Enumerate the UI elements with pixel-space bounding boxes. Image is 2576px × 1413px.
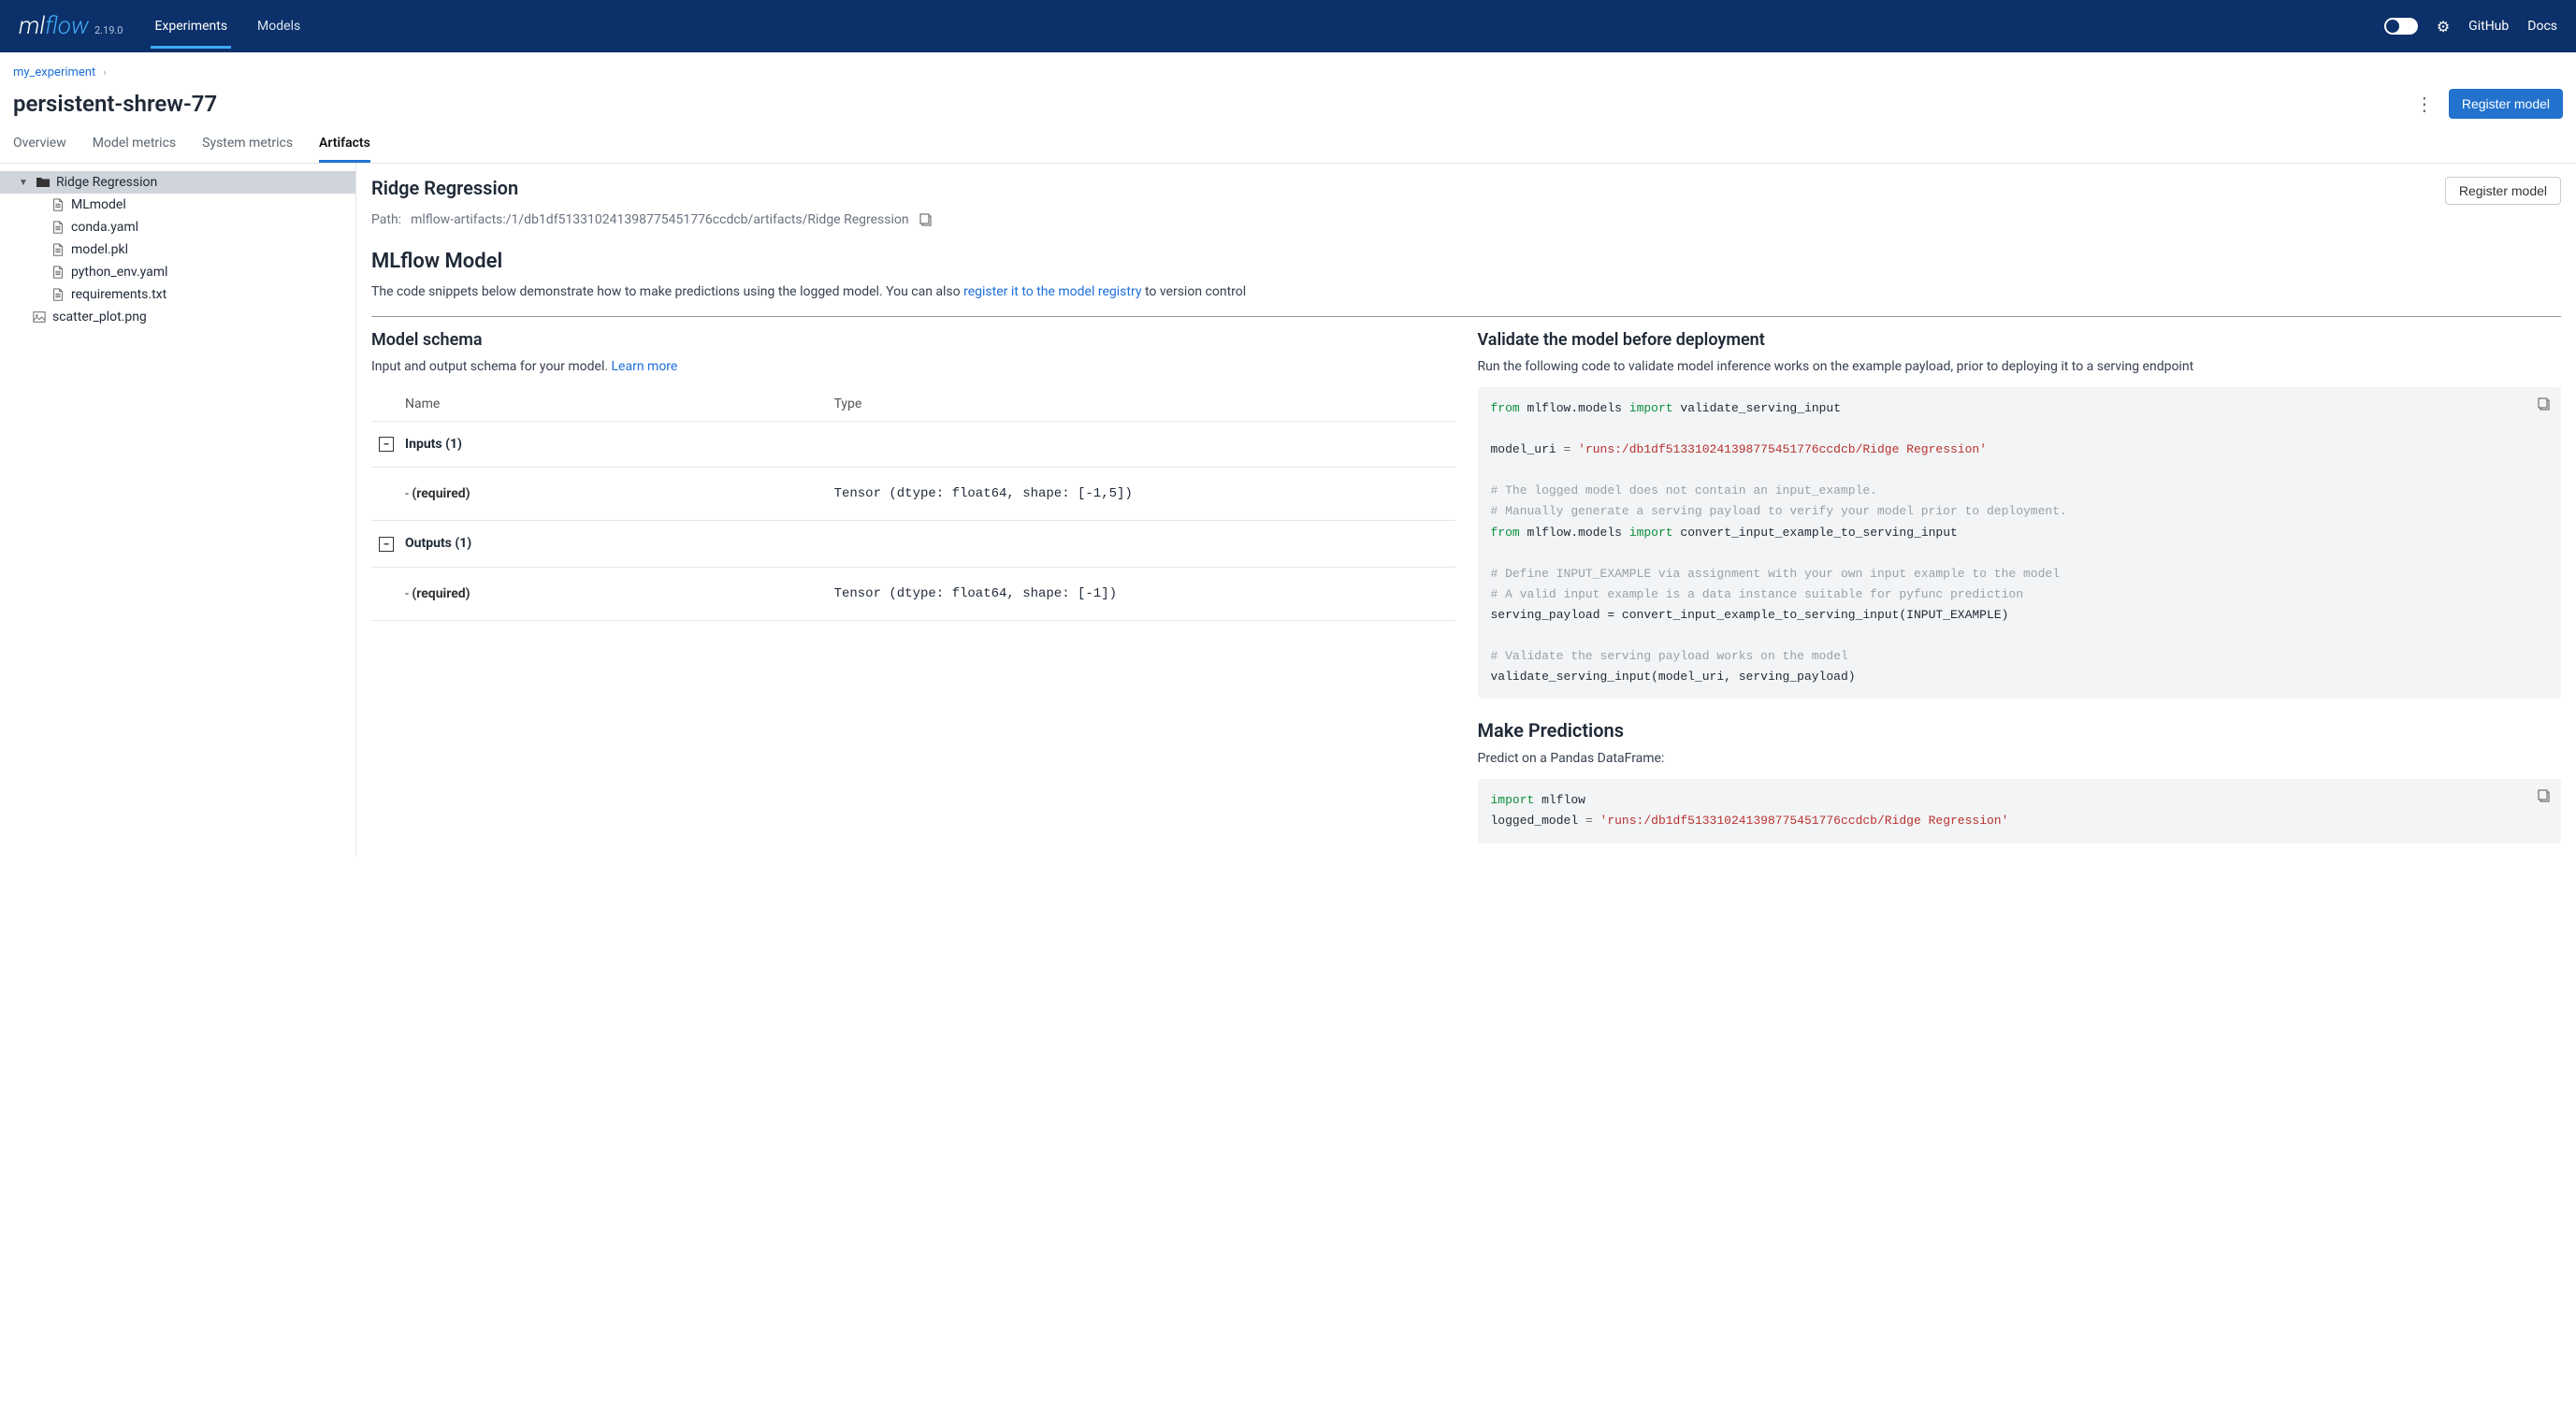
- mlflow-model-desc: The code snippets below demonstrate how …: [371, 284, 2561, 299]
- breadcrumb: my_experiment ›: [13, 65, 2563, 79]
- register-model-button-secondary[interactable]: Register model: [2445, 177, 2561, 205]
- copy-icon[interactable]: [2537, 788, 2552, 803]
- logo-flow: flow: [45, 12, 89, 40]
- schema-column: Model schema Input and output schema for…: [371, 330, 1455, 843]
- col-type: Type: [827, 387, 1455, 422]
- outputs-label: Outputs (1): [405, 536, 471, 551]
- logo-ml: ml: [19, 12, 45, 40]
- tree-children: MLmodel conda.yaml model.pkl python_env.…: [0, 194, 355, 306]
- logo-version: 2.19.0: [94, 24, 123, 36]
- artifact-title: Ridge Regression: [371, 177, 2445, 199]
- register-model-button[interactable]: Register model: [2449, 89, 2563, 119]
- file-icon: [51, 266, 65, 279]
- two-column: Model schema Input and output schema for…: [371, 316, 2561, 843]
- predict-sub: Predict on a Pandas DataFrame:: [1478, 751, 2562, 766]
- image-icon: [32, 310, 47, 324]
- tree-file-conda[interactable]: conda.yaml: [0, 216, 355, 238]
- gear-icon[interactable]: ⚙: [2437, 18, 2450, 36]
- folder-icon: [36, 175, 51, 190]
- validate-sub: Run the following code to validate model…: [1478, 359, 2562, 374]
- tree-file-label: conda.yaml: [71, 220, 138, 235]
- tree-file-label: model.pkl: [71, 242, 128, 257]
- kebab-menu-icon[interactable]: ⋮: [2415, 93, 2434, 115]
- tab-artifacts[interactable]: Artifacts: [319, 136, 370, 163]
- tree-file-label: python_env.yaml: [71, 265, 167, 280]
- schema-table: Name Type −Inputs (1) - (required) Tenso…: [371, 387, 1455, 621]
- tree-folder-label: Ridge Regression: [56, 175, 157, 190]
- page-top: my_experiment › persistent-shrew-77 ⋮ Re…: [0, 52, 2576, 119]
- theme-toggle[interactable]: [2384, 18, 2418, 35]
- page-title: persistent-shrew-77: [13, 91, 2415, 117]
- outputs-group-row[interactable]: −Outputs (1): [371, 521, 1455, 567]
- run-tabs: Overview Model metrics System metrics Ar…: [0, 119, 2576, 164]
- artifact-path-row: Path: mlflow-artifacts:/1/db1df513310241…: [371, 212, 2561, 227]
- schema-learn-more-link[interactable]: Learn more: [612, 359, 678, 374]
- tree-file-scatter-plot[interactable]: scatter_plot.png: [0, 306, 355, 328]
- header: mlflow 2.19.0 Experiments Models ⚙ GitHu…: [0, 0, 2576, 52]
- schema-heading: Model schema: [371, 330, 1455, 350]
- title-row: persistent-shrew-77 ⋮ Register model: [13, 89, 2563, 119]
- collapse-icon[interactable]: −: [379, 537, 394, 552]
- tree-file-label: scatter_plot.png: [52, 310, 147, 324]
- validate-code-block: from mlflow.models import validate_servi…: [1478, 387, 2562, 699]
- artifact-path: mlflow-artifacts:/1/db1df513310241398775…: [411, 212, 909, 227]
- file-icon: [51, 243, 65, 256]
- tab-model-metrics[interactable]: Model metrics: [93, 136, 176, 163]
- output-row: - (required) Tensor (dtype: float64, sha…: [371, 567, 1455, 620]
- file-icon: [51, 288, 65, 301]
- collapse-icon[interactable]: −: [379, 437, 394, 452]
- input-row: - (required) Tensor (dtype: float64, sha…: [371, 468, 1455, 521]
- docs-link[interactable]: Docs: [2527, 19, 2557, 34]
- register-registry-link[interactable]: register it to the model registry: [963, 284, 1141, 299]
- artifact-header: Ridge Regression Register model: [371, 177, 2561, 205]
- tree-file-label: MLmodel: [71, 197, 126, 212]
- nav-experiments[interactable]: Experiments: [151, 4, 231, 49]
- predict-heading: Make Predictions: [1478, 719, 2562, 742]
- tree-file-model-pkl[interactable]: model.pkl: [0, 238, 355, 261]
- tab-system-metrics[interactable]: System metrics: [202, 136, 293, 163]
- file-icon: [51, 221, 65, 234]
- nav-models[interactable]: Models: [253, 4, 304, 49]
- breadcrumb-parent[interactable]: my_experiment: [13, 65, 95, 79]
- tree-file-requirements[interactable]: requirements.txt: [0, 283, 355, 306]
- tree-file-label: requirements.txt: [71, 287, 166, 302]
- nav-tabs: Experiments Models: [151, 4, 304, 49]
- inputs-group-row[interactable]: −Inputs (1): [371, 422, 1455, 468]
- artifact-tree: ▼ Ridge Regression MLmodel conda.yaml mo…: [0, 164, 355, 857]
- path-label: Path:: [371, 212, 401, 227]
- inputs-label: Inputs (1): [405, 437, 462, 452]
- mlflow-model-heading: MLflow Model: [371, 250, 2561, 273]
- tree-folder-ridge-regression[interactable]: ▼ Ridge Regression: [0, 171, 355, 194]
- copy-icon[interactable]: [2537, 397, 2552, 411]
- validate-heading: Validate the model before deployment: [1478, 330, 2562, 350]
- copy-icon[interactable]: [919, 212, 933, 227]
- predict-code-block: import mlflow logged_model = 'runs:/db1d…: [1478, 779, 2562, 843]
- github-link[interactable]: GitHub: [2468, 19, 2509, 34]
- col-name: Name: [379, 397, 440, 411]
- tab-overview[interactable]: Overview: [13, 136, 66, 163]
- file-icon: [51, 198, 65, 211]
- caret-down-icon: ▼: [19, 178, 30, 188]
- tree-file-python-env[interactable]: python_env.yaml: [0, 261, 355, 283]
- output-type: Tensor (dtype: float64, shape: [-1]): [827, 567, 1455, 620]
- validate-column: Validate the model before deployment Run…: [1478, 330, 2562, 843]
- main: ▼ Ridge Regression MLmodel conda.yaml mo…: [0, 164, 2576, 857]
- header-right: ⚙ GitHub Docs: [2384, 18, 2557, 36]
- logo[interactable]: mlflow 2.19.0: [19, 12, 123, 40]
- input-type: Tensor (dtype: float64, shape: [-1,5]): [827, 468, 1455, 521]
- schema-sub: Input and output schema for your model. …: [371, 359, 1455, 374]
- artifact-content: Ridge Regression Register model Path: ml…: [355, 164, 2576, 857]
- chevron-right-icon: ›: [103, 66, 106, 79]
- tree-file-mlmodel[interactable]: MLmodel: [0, 194, 355, 216]
